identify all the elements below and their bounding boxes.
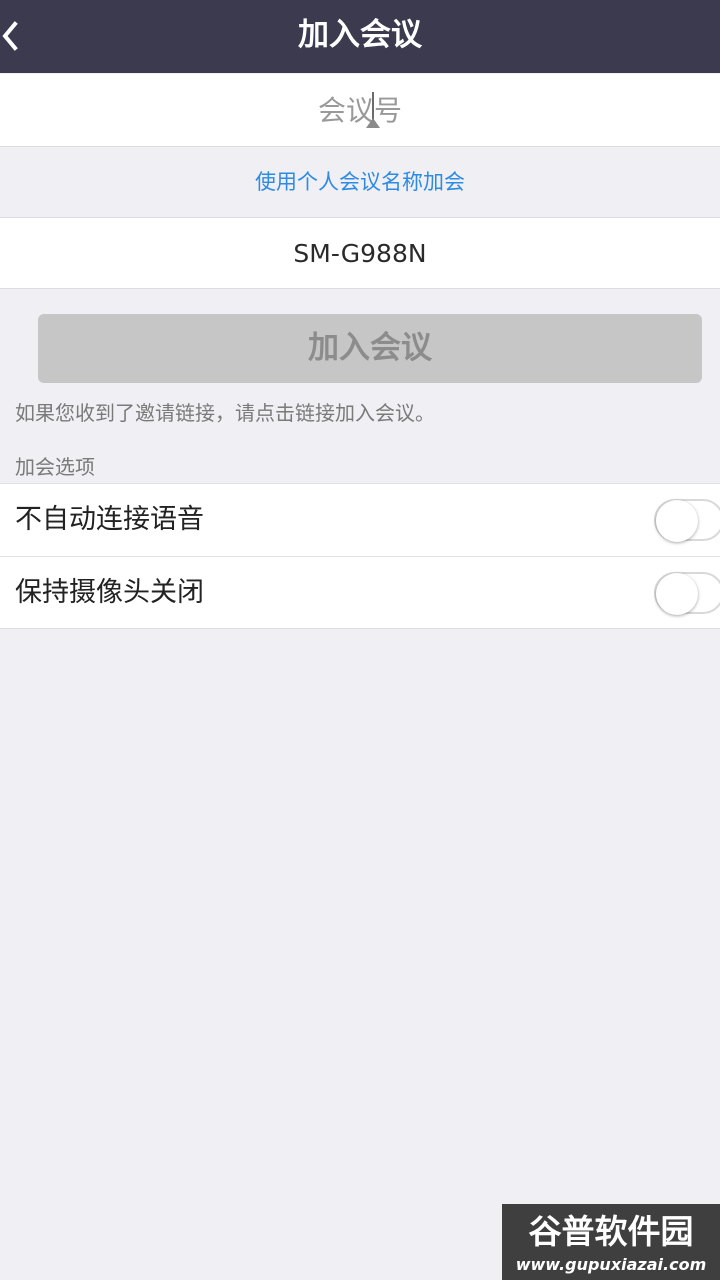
toggle-knob	[656, 500, 698, 542]
toggle-knob	[656, 573, 698, 615]
option-label: 保持摄像头关闭	[15, 577, 204, 608]
watermark-logo: 谷普软件园 www.gupuxiazai.com	[502, 1204, 720, 1280]
top-bar: 加入会议	[0, 0, 720, 73]
watermark-title: 谷普软件园	[528, 1212, 694, 1251]
meeting-id-input[interactable]	[0, 74, 720, 146]
watermark-url: www.gupuxiazai.com	[515, 1255, 707, 1274]
join-options-list: 不自动连接语音 保持摄像头关闭	[0, 483, 720, 629]
auto-audio-toggle[interactable]	[654, 499, 720, 542]
join-with-personal-name-link[interactable]: 使用个人会议名称加会	[0, 148, 720, 216]
display-name-input[interactable]	[0, 218, 720, 288]
join-options-heading: 加会选项	[15, 455, 95, 479]
meeting-id-row	[0, 74, 720, 147]
display-name-row	[0, 217, 720, 289]
option-label: 不自动连接语音	[15, 504, 204, 535]
camera-off-toggle[interactable]	[654, 572, 720, 615]
join-meeting-button[interactable]: 加入会议	[38, 314, 702, 383]
invite-link-hint: 如果您收到了邀请链接，请点击链接加入会议。	[15, 401, 435, 425]
page-title: 加入会议	[298, 17, 422, 53]
option-no-auto-audio: 不自动连接语音	[0, 484, 720, 556]
option-keep-camera-off: 保持摄像头关闭	[0, 556, 720, 628]
